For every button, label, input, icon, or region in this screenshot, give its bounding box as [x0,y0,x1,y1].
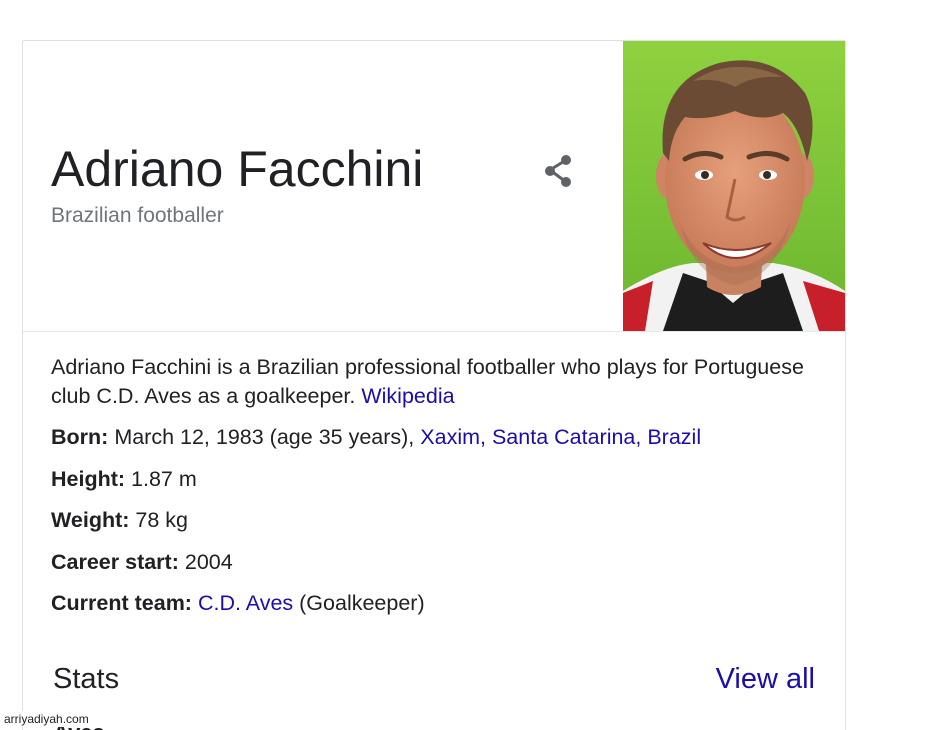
wikipedia-link[interactable]: Wikipedia [361,384,454,408]
panel-body: Adriano Facchini is a Brazilian professi… [51,353,811,631]
fact-current-team: Current team: C.D. Aves (Goalkeeper) [51,589,811,631]
fact-height-label: Height: [51,466,126,491]
fact-current-team-suffix: (Goalkeeper) [299,591,425,615]
profile-photo[interactable] [623,41,845,331]
fact-height: Height: 1.87 m [51,465,811,507]
facts-list: Born: March 12, 1983 (age 35 years), Xax… [51,423,811,631]
view-all-link[interactable]: View all [716,661,815,697]
current-team-link[interactable]: C.D. Aves [198,591,293,615]
panel-header: Adriano Facchini Brazilian footballer [23,41,845,332]
fact-career-start-value: 2004 [184,549,233,574]
fact-weight-label: Weight: [51,508,130,532]
share-icon[interactable] [539,151,579,191]
fact-weight-value: 78 kg [135,508,189,532]
fact-weight: Weight: 78 kg [51,506,811,548]
description: Adriano Facchini is a Brazilian professi… [51,353,811,411]
fact-career-start-label: Career start: [51,549,179,574]
knowledge-panel: Adriano Facchini Brazilian footballer Ad… [22,40,846,730]
fact-born-label: Born: [51,425,109,449]
fact-born: Born: March 12, 1983 (age 35 years), Xax… [51,423,811,465]
fact-career-start: Career start: 2004 [51,548,811,590]
panel-subtitle: Brazilian footballer [51,204,224,227]
page: Adriano Facchini Brazilian footballer Ad… [0,0,950,730]
fact-born-value: March 12, 1983 (age 35 years), [114,425,415,449]
stats-title: Stats [53,663,120,695]
fact-current-team-label: Current team: [51,591,192,615]
panel-title: Adriano Facchini [51,141,424,197]
stats-header: Stats View all [53,661,815,701]
birthplace-link[interactable]: Xaxim, Santa Catarina, Brazil [420,425,701,449]
watermark: arriyadiyah.com [4,711,93,727]
fact-height-value: 1.87 m [131,466,197,491]
